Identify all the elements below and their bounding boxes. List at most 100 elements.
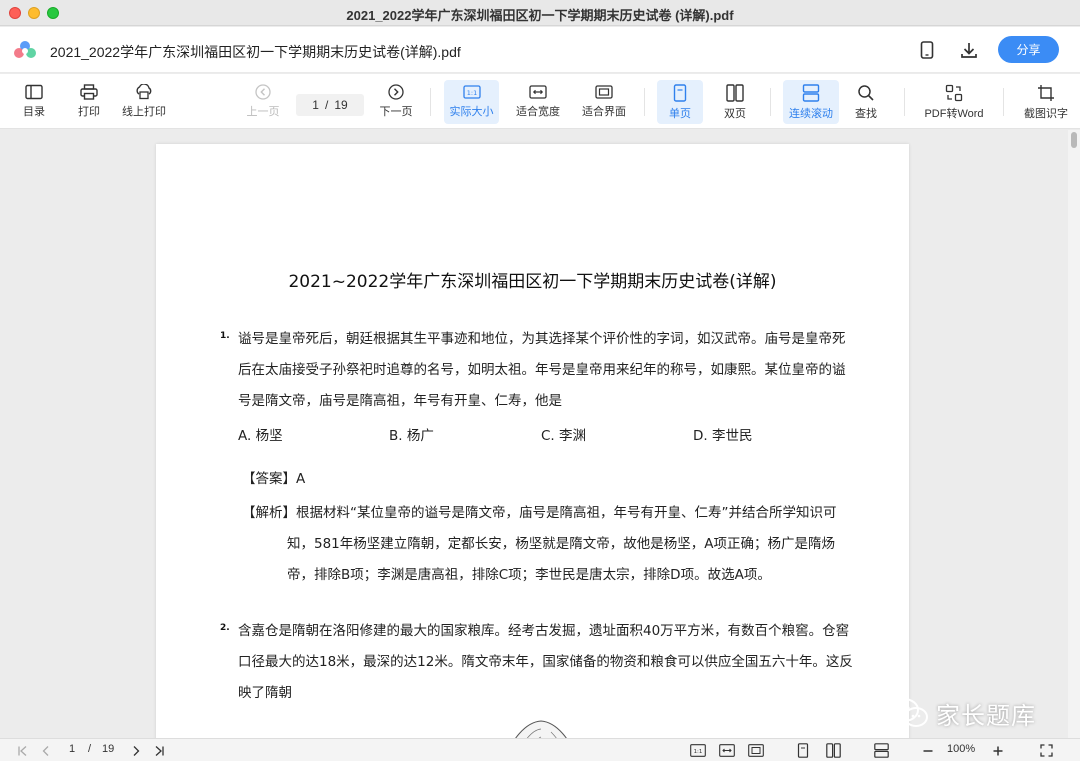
window-titlebar: 2021_2022学年广东深圳福田区初一下学期期末历史试卷 (详解).pdf — [0, 0, 1080, 26]
wechat-icon — [889, 698, 928, 727]
mobile-view-button[interactable] — [916, 39, 938, 61]
status-continuous-scroll-button[interactable] — [871, 742, 891, 759]
question-text-line: 映了隋朝 — [238, 685, 292, 701]
fit-width-icon — [719, 744, 735, 757]
question-number: 1. — [220, 331, 230, 341]
answer-text: 【答案】A — [242, 471, 306, 487]
double-page-button[interactable]: 双页 — [714, 80, 756, 124]
status-actual-size-button[interactable]: 1:1 — [688, 742, 708, 759]
total-pages: 19 — [334, 98, 348, 112]
chevron-right-icon — [133, 745, 140, 756]
phone-icon — [920, 41, 934, 59]
double-page-icon — [825, 743, 841, 758]
find-label: 查找 — [855, 108, 877, 120]
toc-label: 目录 — [23, 106, 45, 118]
toc-button[interactable]: 目录 — [16, 80, 52, 124]
chevron-left-icon — [42, 745, 49, 756]
single-page-label: 单页 — [669, 108, 691, 120]
question-text-line: 谥号是皇帝死后，朝廷根据其生平事迹和地位，为其选择某个评价性的字词，如汉武帝。庙… — [238, 331, 846, 347]
document-name: 2021_2022学年广东深圳福田区初一下学期期末历史试卷(详解).pdf — [50, 44, 461, 60]
plus-icon — [993, 746, 1003, 755]
fit-width-label: 适合宽度 — [516, 106, 560, 118]
printer-icon — [80, 84, 98, 100]
first-page-button[interactable] — [14, 742, 32, 759]
document-viewer[interactable]: 2021~2022学年广东深圳福田区初一下学期期末历史试卷(详解) 1. 谥号是… — [0, 130, 1080, 738]
option-b: B. 杨广 — [389, 428, 434, 444]
fit-width-button[interactable]: 适合宽度 — [512, 80, 564, 124]
toolbar-divider — [430, 88, 431, 116]
analysis-text-line: 帝，排除B项；李渊是唐高祖，排除C项；李世民是唐太宗，排除D项。故选A项。 — [287, 567, 771, 583]
single-page-icon — [797, 743, 809, 758]
continuous-scroll-button[interactable]: 连续滚动 — [783, 80, 839, 124]
actual-size-label: 实际大小 — [449, 106, 494, 118]
option-d: D. 李世民 — [693, 428, 753, 444]
continuous-scroll-label: 连续滚动 — [789, 108, 833, 120]
pdf-to-word-button[interactable]: PDF转Word — [920, 80, 988, 124]
status-double-page-button[interactable] — [823, 742, 843, 759]
zoom-out-button[interactable] — [919, 742, 937, 759]
double-page-icon — [726, 84, 744, 102]
crop-icon — [1038, 85, 1054, 101]
analysis-text-line: 【解析】根据材料“某位皇帝的谥号是隋文帝，庙号是隋高祖，年号有开皇、仁寿”并结合… — [242, 505, 837, 521]
option-c: C. 李渊 — [541, 428, 587, 444]
status-single-page-button[interactable] — [794, 742, 812, 759]
status-total-pages: 19 — [102, 743, 115, 755]
chevron-right-circle-icon — [388, 84, 404, 100]
page-separator: / — [324, 98, 329, 112]
actual-size-button[interactable]: 1:1 实际大小 — [444, 80, 499, 124]
page-number-input[interactable]: 1 / 19 — [296, 94, 364, 116]
watermark: 家长题库 — [888, 698, 1036, 730]
fullscreen-icon — [1039, 744, 1053, 757]
fit-window-icon — [595, 85, 613, 99]
pdf-page: 2021~2022学年广东深圳福田区初一下学期期末历史试卷(详解) 1. 谥号是… — [156, 144, 909, 738]
pdf-toolbar: 目录 打印 线上打印 上一页 1 / 19 下一页 1:1 实际大小 适合宽度 … — [0, 74, 1080, 129]
share-button[interactable]: 分享 — [998, 36, 1059, 63]
continuous-scroll-icon — [873, 743, 889, 758]
print-button[interactable]: 打印 — [71, 80, 107, 124]
status-current-page[interactable]: 1 — [69, 743, 75, 755]
last-page-button[interactable] — [150, 742, 168, 759]
app-logo-icon — [14, 41, 36, 58]
analysis-text-line: 知，581年杨坚建立隋朝，定都长安，杨坚就是隋文帝，故他是杨坚，A项正确；杨广是… — [287, 536, 836, 552]
zoom-level[interactable]: 100% — [947, 743, 975, 755]
first-page-icon — [18, 745, 27, 756]
vertical-scrollbar[interactable] — [1068, 130, 1080, 738]
zoom-in-button[interactable] — [989, 742, 1007, 759]
print-label: 打印 — [78, 106, 100, 118]
question-number: 2. — [220, 623, 230, 633]
sidebar-icon — [25, 84, 43, 100]
screenshot-ocr-button[interactable]: 截图识字 — [1018, 80, 1074, 124]
convert-icon — [945, 84, 963, 102]
prev-page-button[interactable]: 上一页 — [244, 80, 282, 124]
document-title: 2021~2022学年广东深圳福田区初一下学期期末历史试卷(详解) — [288, 272, 777, 292]
cloud-print-icon — [136, 84, 152, 100]
actual-size-icon: 1:1 — [690, 744, 706, 757]
next-page-label: 下一页 — [379, 106, 413, 118]
fit-width-icon — [529, 85, 547, 99]
status-fit-width-button[interactable] — [717, 742, 737, 759]
last-page-icon — [155, 745, 164, 756]
current-page: 1 — [312, 98, 319, 112]
prev-page-small-button[interactable] — [37, 742, 55, 759]
toolbar-divider — [644, 88, 645, 116]
single-page-button[interactable]: 单页 — [657, 80, 703, 124]
option-a: A. 杨坚 — [238, 428, 283, 444]
continuous-scroll-icon — [802, 84, 820, 102]
toolbar-divider — [904, 88, 905, 116]
status-fit-window-button[interactable] — [746, 742, 766, 759]
scrollbar-thumb[interactable] — [1071, 132, 1077, 148]
online-print-button[interactable]: 线上打印 — [119, 80, 169, 124]
question-text-line: 号是隋文帝，庙号是隋高祖，年号有开皇、仁寿，他是 — [238, 393, 562, 409]
double-page-label: 双页 — [724, 108, 746, 120]
fit-window-icon — [748, 744, 764, 757]
single-page-icon — [673, 84, 687, 102]
find-button[interactable]: 查找 — [849, 80, 883, 124]
next-page-small-button[interactable] — [127, 742, 145, 759]
download-button[interactable] — [958, 39, 980, 61]
toolbar-divider — [770, 88, 771, 116]
search-icon — [858, 85, 874, 101]
pdf-to-word-label: PDF转Word — [924, 108, 984, 120]
next-page-button[interactable]: 下一页 — [377, 80, 415, 124]
fit-window-button[interactable]: 适合界面 — [578, 80, 630, 124]
fullscreen-button[interactable] — [1036, 742, 1056, 759]
